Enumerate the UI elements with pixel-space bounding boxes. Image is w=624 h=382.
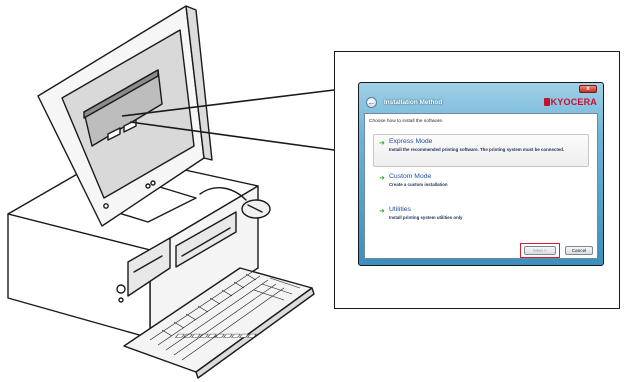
green-arrow-icon: ➜ <box>379 175 385 182</box>
option-description: Install printing system utilities only <box>389 215 463 220</box>
kyocera-logo: KYOCERA <box>543 97 597 107</box>
option-description: Install the recommended printing softwar… <box>389 147 565 152</box>
cancel-button[interactable]: Cancel <box>565 246 593 255</box>
green-arrow-icon: ➜ <box>379 140 385 147</box>
power-button <box>116 284 126 294</box>
instruction-text: Choose how to install the software. <box>369 119 444 124</box>
green-arrow-icon: ➜ <box>379 208 385 215</box>
dialog-body: Choose how to install the software. ➜ Ex… <box>364 113 598 259</box>
option-name[interactable]: Custom Mode <box>389 173 431 180</box>
title-bar: ← Installation Method x KYOCERA <box>359 83 603 117</box>
next-button[interactable]: Next > <box>524 246 556 255</box>
option-utilities[interactable]: ➜ Utilities Install printing system util… <box>379 206 587 224</box>
option-description: Create a custom installation <box>389 182 448 187</box>
brand-name: KYOCERA <box>550 97 597 107</box>
close-button[interactable]: x <box>579 85 597 93</box>
option-name[interactable]: Express Mode <box>389 138 432 145</box>
option-express-mode[interactable]: ➜ Express Mode Install the recommended p… <box>373 134 589 167</box>
installer-window: ← Installation Method x KYOCERA Choose h… <box>358 82 604 266</box>
kyocera-mark-icon <box>543 98 550 106</box>
window-title: Installation Method <box>384 99 443 106</box>
option-name[interactable]: Utilities <box>389 206 411 213</box>
option-custom-mode[interactable]: ➜ Custom Mode Create a custom installati… <box>379 173 587 191</box>
back-arrow-icon[interactable]: ← <box>366 97 377 108</box>
